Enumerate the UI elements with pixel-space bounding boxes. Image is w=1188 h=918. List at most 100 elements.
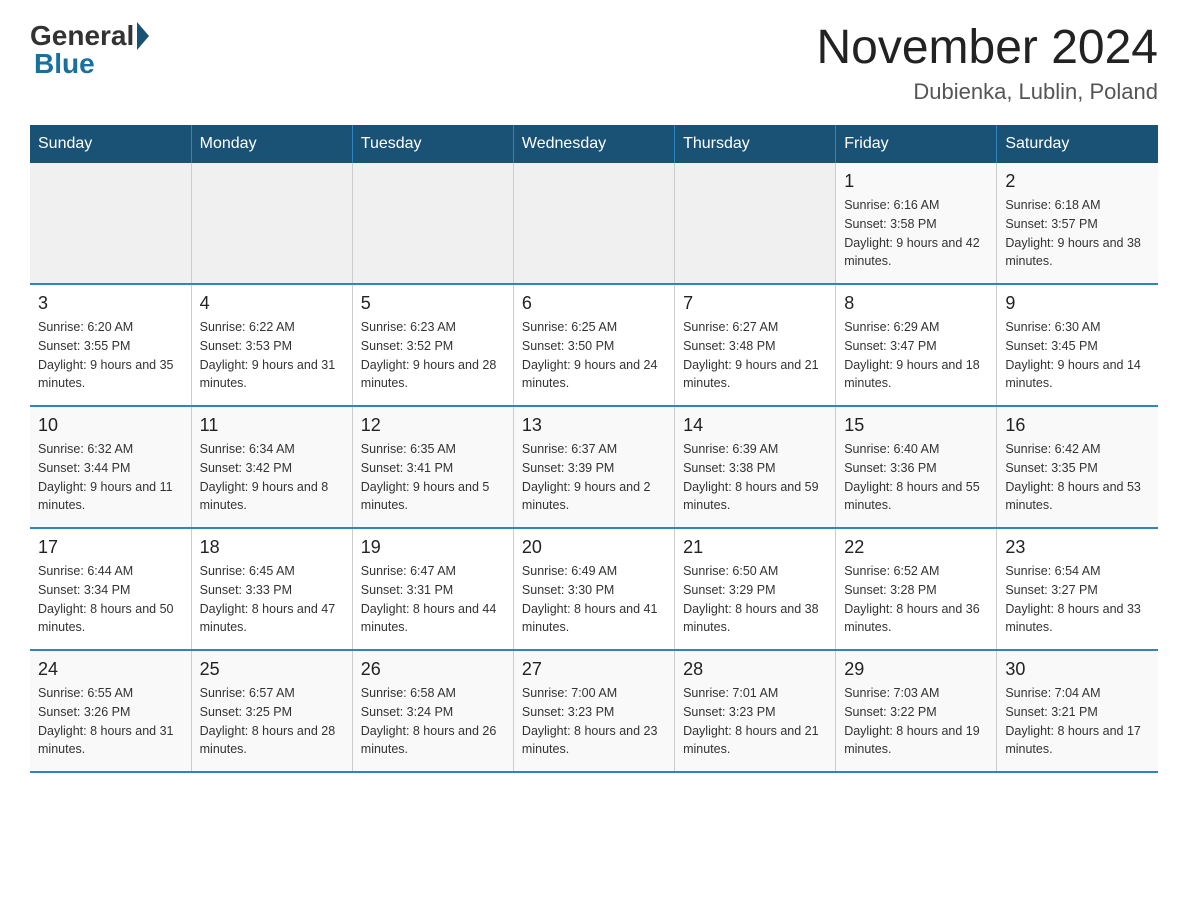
day-number: 27 [522, 659, 666, 680]
calendar-cell: 7 Sunrise: 6:27 AM Sunset: 3:48 PM Daylig… [675, 284, 836, 406]
day-number: 5 [361, 293, 505, 314]
calendar-week-1: 1 Sunrise: 6:16 AM Sunset: 3:58 PM Daylig… [30, 163, 1158, 284]
calendar-cell: 29 Sunrise: 7:03 AM Sunset: 3:22 PM Dayli… [836, 650, 997, 772]
header-sunday: Sunday [30, 125, 191, 163]
header-friday: Friday [836, 125, 997, 163]
calendar-cell: 2 Sunrise: 6:18 AM Sunset: 3:57 PM Daylig… [997, 163, 1158, 284]
day-info: Sunrise: 6:54 AM Sunset: 3:27 PM Dayligh… [1005, 562, 1150, 637]
calendar-cell: 21 Sunrise: 6:50 AM Sunset: 3:29 PM Dayli… [675, 528, 836, 650]
calendar-cell [30, 163, 191, 284]
header-wednesday: Wednesday [513, 125, 674, 163]
calendar-cell: 30 Sunrise: 7:04 AM Sunset: 3:21 PM Dayli… [997, 650, 1158, 772]
calendar-week-5: 24Sunrise: 6:55 AM Sunset: 3:26 PM Dayli… [30, 650, 1158, 772]
day-number: 20 [522, 537, 666, 558]
day-info: Sunrise: 6:18 AM Sunset: 3:57 PM Dayligh… [1005, 196, 1150, 271]
day-info: Sunrise: 6:30 AM Sunset: 3:45 PM Dayligh… [1005, 318, 1150, 393]
calendar-week-2: 3Sunrise: 6:20 AM Sunset: 3:55 PM Daylig… [30, 284, 1158, 406]
day-number: 12 [361, 415, 505, 436]
location-subtitle: Dubienka, Lublin, Poland [816, 79, 1158, 105]
day-number: 21 [683, 537, 827, 558]
day-number: 30 [1005, 659, 1150, 680]
day-info: Sunrise: 6:47 AM Sunset: 3:31 PM Dayligh… [361, 562, 505, 637]
day-number: 1 [844, 171, 988, 192]
calendar-cell: 6Sunrise: 6:25 AM Sunset: 3:50 PM Daylig… [513, 284, 674, 406]
calendar-cell: 25 Sunrise: 6:57 AM Sunset: 3:25 PM Dayli… [191, 650, 352, 772]
header-tuesday: Tuesday [352, 125, 513, 163]
day-number: 4 [200, 293, 344, 314]
day-info: Sunrise: 6:58 AM Sunset: 3:24 PM Dayligh… [361, 684, 505, 759]
day-number: 29 [844, 659, 988, 680]
calendar-cell: 9 Sunrise: 6:30 AM Sunset: 3:45 PM Daylig… [997, 284, 1158, 406]
day-number: 7 [683, 293, 827, 314]
calendar-cell: 11 Sunrise: 6:34 AM Sunset: 3:42 PM Dayli… [191, 406, 352, 528]
day-number: 26 [361, 659, 505, 680]
month-title: November 2024 [816, 20, 1158, 75]
calendar-cell: 18Sunrise: 6:45 AM Sunset: 3:33 PM Dayli… [191, 528, 352, 650]
day-info: Sunrise: 6:57 AM Sunset: 3:25 PM Dayligh… [200, 684, 344, 759]
day-info: Sunrise: 7:03 AM Sunset: 3:22 PM Dayligh… [844, 684, 988, 759]
calendar-cell [191, 163, 352, 284]
day-number: 15 [844, 415, 988, 436]
calendar-cell [513, 163, 674, 284]
logo-arrow-icon [137, 22, 149, 50]
day-number: 22 [844, 537, 988, 558]
header-row: Sunday Monday Tuesday Wednesday Thursday… [30, 125, 1158, 163]
day-info: Sunrise: 6:35 AM Sunset: 3:41 PM Dayligh… [361, 440, 505, 515]
day-number: 2 [1005, 171, 1150, 192]
day-number: 9 [1005, 293, 1150, 314]
calendar-cell [675, 163, 836, 284]
calendar-cell: 22 Sunrise: 6:52 AM Sunset: 3:28 PM Dayli… [836, 528, 997, 650]
calendar-week-4: 17 Sunrise: 6:44 AM Sunset: 3:34 PM Dayli… [30, 528, 1158, 650]
day-info: Sunrise: 6:52 AM Sunset: 3:28 PM Dayligh… [844, 562, 988, 637]
calendar-cell: 12 Sunrise: 6:35 AM Sunset: 3:41 PM Dayli… [352, 406, 513, 528]
calendar-cell: 8 Sunrise: 6:29 AM Sunset: 3:47 PM Daylig… [836, 284, 997, 406]
day-info: Sunrise: 6:34 AM Sunset: 3:42 PM Dayligh… [200, 440, 344, 515]
calendar-cell: 19Sunrise: 6:47 AM Sunset: 3:31 PM Dayli… [352, 528, 513, 650]
day-number: 25 [200, 659, 344, 680]
calendar-cell: 10Sunrise: 6:32 AM Sunset: 3:44 PM Dayli… [30, 406, 191, 528]
calendar-cell: 16Sunrise: 6:42 AM Sunset: 3:35 PM Dayli… [997, 406, 1158, 528]
calendar-cell: 27 Sunrise: 7:00 AM Sunset: 3:23 PM Dayli… [513, 650, 674, 772]
day-number: 23 [1005, 537, 1150, 558]
day-info: Sunrise: 6:49 AM Sunset: 3:30 PM Dayligh… [522, 562, 666, 637]
header-saturday: Saturday [997, 125, 1158, 163]
calendar-cell: 1 Sunrise: 6:16 AM Sunset: 3:58 PM Daylig… [836, 163, 997, 284]
day-number: 8 [844, 293, 988, 314]
day-number: 11 [200, 415, 344, 436]
day-info: Sunrise: 6:37 AM Sunset: 3:39 PM Dayligh… [522, 440, 666, 515]
calendar-cell: 5 Sunrise: 6:23 AM Sunset: 3:52 PM Daylig… [352, 284, 513, 406]
day-info: Sunrise: 6:39 AM Sunset: 3:38 PM Dayligh… [683, 440, 827, 515]
day-info: Sunrise: 6:16 AM Sunset: 3:58 PM Dayligh… [844, 196, 988, 271]
calendar-cell: 20 Sunrise: 6:49 AM Sunset: 3:30 PM Dayli… [513, 528, 674, 650]
day-number: 3 [38, 293, 183, 314]
day-info: Sunrise: 6:45 AM Sunset: 3:33 PM Dayligh… [200, 562, 344, 637]
day-info: Sunrise: 6:22 AM Sunset: 3:53 PM Dayligh… [200, 318, 344, 393]
calendar-week-3: 10Sunrise: 6:32 AM Sunset: 3:44 PM Dayli… [30, 406, 1158, 528]
calendar-cell: 17 Sunrise: 6:44 AM Sunset: 3:34 PM Dayli… [30, 528, 191, 650]
day-info: Sunrise: 6:25 AM Sunset: 3:50 PM Dayligh… [522, 318, 666, 393]
day-info: Sunrise: 7:01 AM Sunset: 3:23 PM Dayligh… [683, 684, 827, 759]
day-info: Sunrise: 7:00 AM Sunset: 3:23 PM Dayligh… [522, 684, 666, 759]
calendar-table: Sunday Monday Tuesday Wednesday Thursday… [30, 125, 1158, 773]
day-info: Sunrise: 6:32 AM Sunset: 3:44 PM Dayligh… [38, 440, 183, 515]
calendar-cell: 3Sunrise: 6:20 AM Sunset: 3:55 PM Daylig… [30, 284, 191, 406]
calendar-cell: 4 Sunrise: 6:22 AM Sunset: 3:53 PM Daylig… [191, 284, 352, 406]
day-number: 13 [522, 415, 666, 436]
day-info: Sunrise: 6:27 AM Sunset: 3:48 PM Dayligh… [683, 318, 827, 393]
day-number: 17 [38, 537, 183, 558]
day-info: Sunrise: 6:50 AM Sunset: 3:29 PM Dayligh… [683, 562, 827, 637]
day-info: Sunrise: 6:40 AM Sunset: 3:36 PM Dayligh… [844, 440, 988, 515]
logo-text-blue: Blue [30, 48, 95, 80]
day-info: Sunrise: 6:23 AM Sunset: 3:52 PM Dayligh… [361, 318, 505, 393]
day-number: 28 [683, 659, 827, 680]
header-thursday: Thursday [675, 125, 836, 163]
day-number: 24 [38, 659, 183, 680]
day-info: Sunrise: 6:44 AM Sunset: 3:34 PM Dayligh… [38, 562, 183, 637]
calendar-cell [352, 163, 513, 284]
day-info: Sunrise: 7:04 AM Sunset: 3:21 PM Dayligh… [1005, 684, 1150, 759]
day-number: 14 [683, 415, 827, 436]
calendar-cell: 13 Sunrise: 6:37 AM Sunset: 3:39 PM Dayli… [513, 406, 674, 528]
calendar-cell: 26 Sunrise: 6:58 AM Sunset: 3:24 PM Dayli… [352, 650, 513, 772]
day-info: Sunrise: 6:29 AM Sunset: 3:47 PM Dayligh… [844, 318, 988, 393]
header-monday: Monday [191, 125, 352, 163]
